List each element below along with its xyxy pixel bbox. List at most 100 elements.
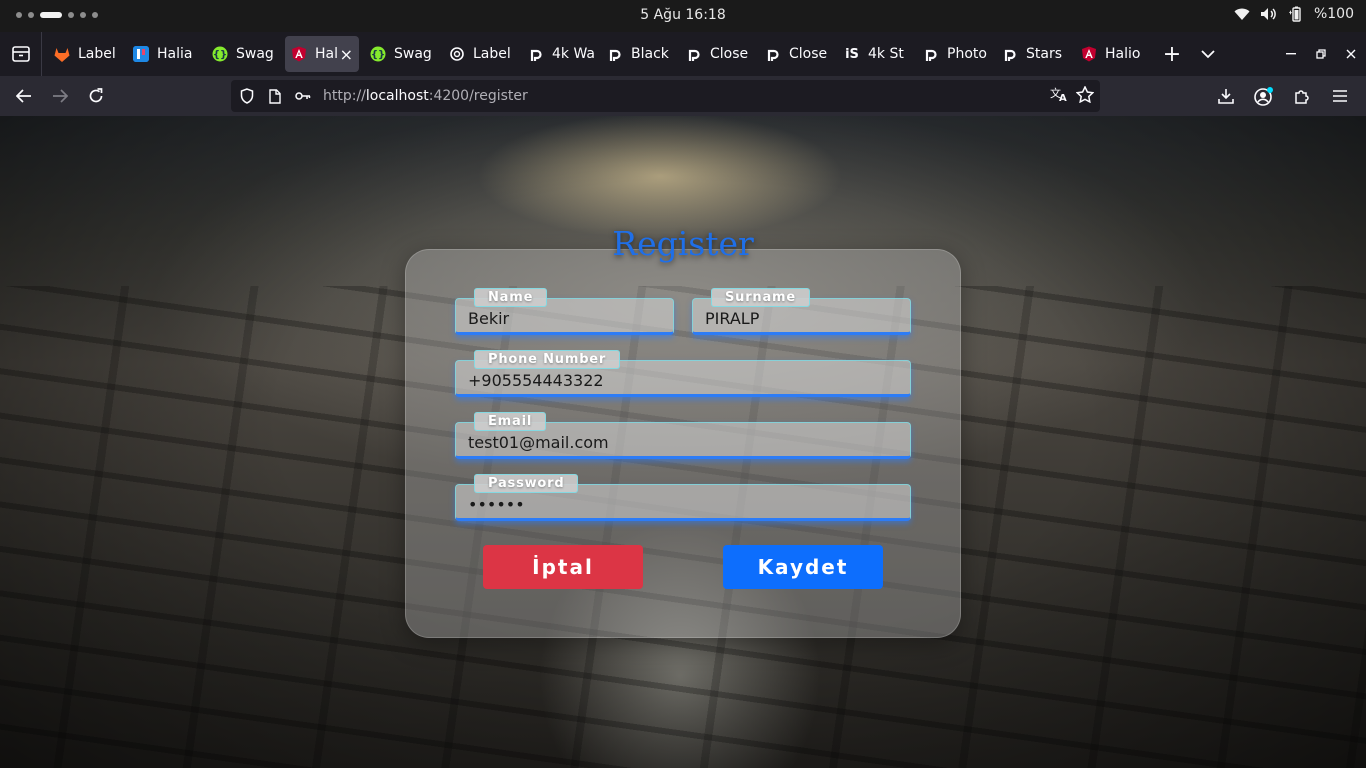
download-icon	[1218, 89, 1234, 104]
arrow-right-icon	[53, 89, 68, 103]
phone-field[interactable]: Phone Number	[455, 350, 911, 397]
tab[interactable]: Close	[680, 36, 754, 72]
password-label: Password	[474, 474, 579, 493]
tab-active[interactable]: Hal ×	[285, 36, 359, 72]
window-controls	[1276, 32, 1366, 76]
tab[interactable]: {} Swag	[206, 36, 280, 72]
tab[interactable]: Photo	[917, 36, 991, 72]
reload-button[interactable]	[78, 80, 114, 112]
istock-icon: iS	[845, 46, 859, 62]
url-path: :4200/register	[428, 88, 528, 104]
bookmark-star-icon[interactable]	[1075, 84, 1095, 107]
url-prefix: http://	[323, 88, 366, 104]
name-label: Name	[474, 288, 548, 307]
clock[interactable]: 5 Ağu 16:18	[0, 7, 1366, 23]
tab[interactable]: Black	[601, 36, 675, 72]
name-field[interactable]: Name	[455, 288, 674, 335]
tab-label: 4k St	[868, 46, 904, 62]
account-icon	[1254, 87, 1273, 106]
plus-icon: +	[1162, 41, 1182, 67]
pexels-icon	[686, 46, 702, 62]
firefox-view-icon	[11, 46, 30, 62]
menu-button[interactable]	[1322, 80, 1358, 112]
tab[interactable]: Label	[48, 36, 122, 72]
wifi-icon	[1234, 7, 1250, 21]
email-field[interactable]: Email	[455, 412, 911, 459]
tab[interactable]: Stars	[996, 36, 1070, 72]
hamburger-icon	[1333, 90, 1347, 102]
swagger-icon: {}	[370, 46, 386, 62]
restore-icon	[1316, 49, 1326, 59]
tab[interactable]: Close	[759, 36, 833, 72]
url-host: localhost	[365, 88, 429, 104]
downloads-button[interactable]	[1208, 80, 1244, 112]
email-label: Email	[474, 412, 547, 431]
tab-label: Label	[473, 46, 511, 62]
tab[interactable]: Halio	[1075, 36, 1149, 72]
url-text[interactable]: http://localhost:4200/register	[323, 88, 528, 104]
svg-text:{}: {}	[213, 50, 227, 61]
pexels-icon	[607, 46, 623, 62]
phone-label: Phone Number	[474, 350, 621, 369]
toolbar-right	[1208, 80, 1358, 112]
tab-label: Swag	[236, 46, 274, 62]
restore-button[interactable]	[1306, 32, 1336, 76]
back-button[interactable]	[6, 80, 42, 112]
tab-label: 4k Wa	[552, 46, 595, 62]
tab-label: Stars	[1026, 46, 1063, 62]
reload-icon	[89, 88, 103, 103]
tab-label: Photo	[947, 46, 987, 62]
list-all-tabs-button[interactable]	[1190, 36, 1226, 72]
page-content: Register Name Surname Phone Number Email…	[0, 116, 1366, 768]
angular-icon	[1081, 46, 1097, 62]
page-icon[interactable]	[261, 80, 289, 112]
pexels-icon	[765, 46, 781, 62]
translate-icon[interactable]: 文A	[1050, 86, 1068, 106]
address-bar-actions: 文A	[1050, 80, 1095, 112]
save-button[interactable]: Kaydet	[723, 545, 883, 589]
account-button[interactable]	[1246, 80, 1282, 112]
openai-icon	[449, 46, 465, 62]
system-tray[interactable]: %100	[1234, 6, 1354, 22]
new-tab-button[interactable]: +	[1154, 36, 1190, 72]
pexels-icon	[1002, 46, 1018, 62]
password-field[interactable]: Password	[455, 474, 911, 521]
cancel-button[interactable]: İptal	[483, 545, 643, 589]
close-window-button[interactable]	[1336, 32, 1366, 76]
svg-text:{}: {}	[371, 50, 385, 61]
minimize-button[interactable]	[1276, 32, 1306, 76]
register-title: Register	[612, 224, 754, 263]
tab[interactable]: {} Swag	[364, 36, 438, 72]
angular-icon	[291, 46, 307, 62]
halia-icon	[133, 46, 149, 62]
tab-label: Hal	[315, 46, 338, 62]
pexels-icon	[528, 46, 544, 62]
tab-label: Halia	[157, 46, 193, 62]
tab-label: Halio	[1105, 46, 1141, 62]
tab-label: Close	[789, 46, 828, 62]
tab[interactable]: Halia	[127, 36, 201, 72]
surname-label: Surname	[711, 288, 811, 307]
address-bar[interactable]: http://localhost:4200/register 文A	[231, 80, 1100, 112]
forward-button[interactable]	[42, 80, 78, 112]
extensions-button[interactable]	[1284, 80, 1320, 112]
tab-label: Swag	[394, 46, 432, 62]
shield-icon[interactable]	[233, 80, 261, 112]
svg-text:A: A	[1059, 93, 1067, 102]
tab-strip: Label Halia {} Swag Hal × {} Swag Label …	[0, 32, 1366, 76]
tab[interactable]: Label	[443, 36, 517, 72]
arrow-left-icon	[16, 89, 31, 103]
battery-icon	[1288, 6, 1304, 22]
tab-list: Label Halia {} Swag Hal × {} Swag Label …	[42, 32, 1226, 76]
tab-label: Black	[631, 46, 669, 62]
battery-percent: %100	[1313, 6, 1354, 22]
navigation-toolbar: http://localhost:4200/register 文A	[0, 76, 1366, 116]
tab[interactable]: iS 4k St	[838, 36, 912, 72]
firefox-view-button[interactable]	[0, 32, 42, 76]
puzzle-icon	[1295, 90, 1309, 104]
surname-field[interactable]: Surname	[692, 288, 911, 335]
close-icon	[1346, 49, 1356, 59]
tab-close-button[interactable]: ×	[340, 45, 353, 64]
tab[interactable]: 4k Wa	[522, 36, 596, 72]
key-icon[interactable]	[289, 80, 317, 112]
